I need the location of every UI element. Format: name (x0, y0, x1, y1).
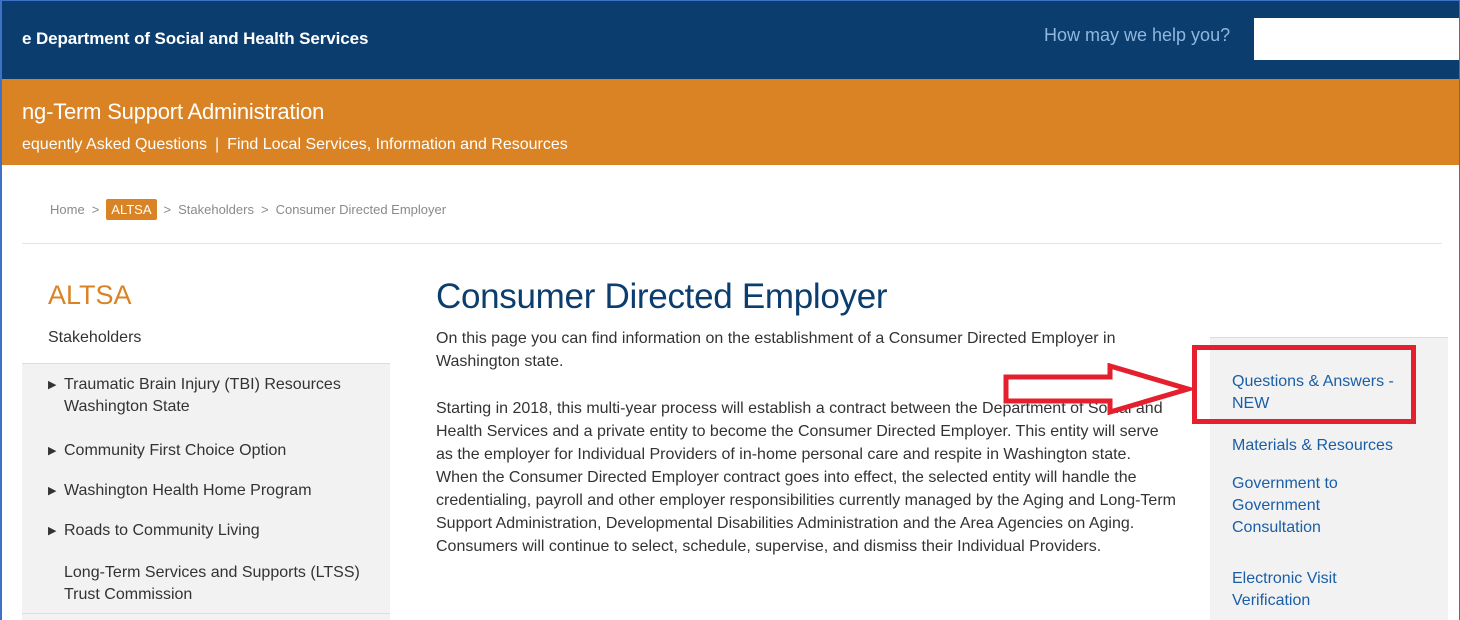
administration-bar: ng-Term Support Administration equently … (2, 79, 1459, 165)
sidebar-item-community-first-choice[interactable]: ▶ Community First Choice Option (48, 440, 286, 462)
breadcrumb-current: Consumer Directed Employer (275, 202, 447, 217)
triangle-right-icon: ▶ (48, 445, 57, 457)
breadcrumb-divider (22, 243, 1442, 244)
agency-name[interactable]: e Department of Social and Health Servic… (22, 29, 368, 49)
breadcrumb: Home > ALTSA > Stakeholders > Consumer D… (50, 199, 446, 220)
browser-viewport: e Department of Social and Health Servic… (0, 0, 1460, 620)
sidebar-divider (22, 613, 390, 614)
find-local-services-link[interactable]: Find Local Services, Information and Res… (227, 136, 568, 153)
breadcrumb-separator: > (260, 202, 269, 217)
page-title: Consumer Directed Employer (436, 277, 888, 316)
sidebar-item-roads-to-community-living[interactable]: ▶ Roads to Community Living (48, 520, 260, 542)
sidebar-nav: ▶ Traumatic Brain Injury (TBI) Resources… (22, 363, 390, 620)
search-input[interactable] (1254, 18, 1459, 60)
electronic-visit-verification-link[interactable]: Electronic Visit Verification (1232, 568, 1412, 612)
search-label: How may we help you? (1044, 25, 1231, 45)
sidebar-title[interactable]: ALTSA (48, 280, 132, 311)
government-consultation-link[interactable]: Government to Government Consultation (1232, 473, 1412, 539)
triangle-right-icon: ▶ (48, 485, 57, 497)
sidebar-item-ltss-trust-commission[interactable]: Long-Term Services and Supports (LTSS) T… (48, 562, 378, 606)
triangle-right-icon: ▶ (48, 525, 57, 537)
breadcrumb-home[interactable]: Home (50, 202, 85, 217)
site-header: e Department of Social and Health Servic… (2, 1, 1459, 79)
sidebar-item-label: Roads to Community Living (64, 522, 260, 539)
faq-link[interactable]: equently Asked Questions (22, 136, 207, 153)
subnav-separator: | (215, 136, 220, 153)
administration-title[interactable]: ng-Term Support Administration (22, 99, 324, 125)
triangle-right-icon: ▶ (48, 379, 57, 391)
sidebar-item-label: Washington Health Home Program (64, 482, 312, 499)
annotation-highlight-box (1192, 345, 1416, 424)
sidebar-section[interactable]: Stakeholders (48, 329, 141, 347)
breadcrumb-stakeholders[interactable]: Stakeholders (178, 202, 254, 217)
administration-subnav: equently Asked Questions | Find Local Serv… (22, 136, 568, 154)
breadcrumb-separator: > (91, 202, 100, 217)
sidebar-item-tbi-resources[interactable]: ▶ Traumatic Brain Injury (TBI) Resources… (48, 374, 378, 418)
sidebar-item-label: Long-Term Services and Supports (LTSS) T… (64, 564, 360, 603)
red-arrow-icon (1003, 363, 1194, 415)
sidebar-item-health-home[interactable]: ▶ Washington Health Home Program (48, 480, 312, 502)
sidebar-item-label: Community First Choice Option (64, 442, 287, 459)
breadcrumb-separator: > (163, 202, 172, 217)
body-paragraph: Starting in 2018, this multi-year proces… (436, 400, 1176, 555)
sidebar-item-label: Traumatic Brain Injury (TBI) Resources W… (64, 376, 341, 415)
materials-resources-link[interactable]: Materials & Resources (1232, 435, 1393, 457)
breadcrumb-altsa[interactable]: ALTSA (106, 199, 157, 220)
